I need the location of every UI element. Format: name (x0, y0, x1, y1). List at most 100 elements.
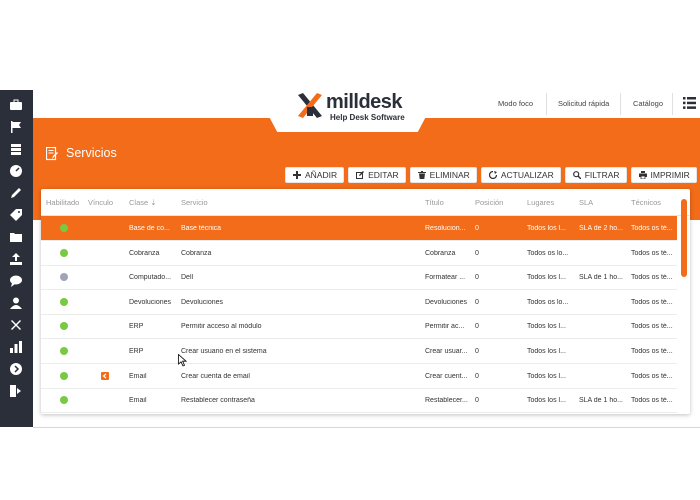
windmill-logo-icon (298, 93, 322, 118)
cell-position: 0 (475, 249, 479, 257)
user-icon[interactable] (9, 296, 23, 310)
nav-separator (620, 93, 621, 115)
sidebar (0, 90, 33, 427)
column-header-title[interactable]: Título (425, 198, 444, 207)
nav-focus-mode[interactable]: Modo foco (498, 99, 533, 108)
cell-position: 0 (475, 298, 479, 306)
page-title: Servicios (66, 146, 117, 160)
cell-sla: SLA de 1 ho... (579, 397, 623, 405)
add-button-label: AÑADIR (305, 170, 338, 180)
column-header-service[interactable]: Servicio (181, 198, 208, 207)
chat-icon[interactable] (9, 274, 23, 288)
delete-button-label: ELIMINAR (429, 170, 470, 180)
table-row[interactable]: Base de co... Base técnica Resolucion... 0 T… (41, 216, 677, 241)
column-header-sla[interactable]: SLA (579, 198, 593, 207)
cell-title: Resolucion... (425, 225, 466, 232)
upload-icon[interactable] (9, 252, 23, 266)
logout-icon[interactable] (9, 384, 23, 398)
briefcase-icon[interactable] (9, 98, 23, 112)
table-row[interactable]: Email Restablecer contraseña Restablecer..… (41, 388, 677, 414)
table-row[interactable]: Email Crear cuenta de email Crear cuent...… (41, 364, 677, 389)
cell-service: Dell (181, 274, 194, 282)
toolbar: AÑADIR EDITAR ELIMINAR ACTUALIZAR FILTRA… (285, 167, 697, 183)
arrow-circle-icon[interactable] (9, 362, 23, 376)
cell-service: Crear usuario en el sistema (181, 348, 267, 355)
pencil-icon[interactable] (9, 186, 23, 200)
table-row[interactable]: Computado... Dell Formatear ... 0 Todos los … (41, 265, 677, 291)
edit-button[interactable]: EDITAR (348, 167, 406, 183)
table-row[interactable]: Cobranza Cobranza Cobranza 0 Todos os lo... T… (41, 241, 677, 266)
enabled-status-dot (60, 322, 68, 331)
cell-title: Devoluciones (425, 298, 468, 306)
cell-locations: Todos los l... (527, 348, 566, 355)
enabled-status-dot (60, 273, 68, 282)
app-window: milldesk Help Desk Software Modo foco So… (0, 90, 700, 430)
table-row[interactable]: ERP Crear usuario en el sistema Crear usua… (41, 339, 677, 364)
cell-technicians: Todos os té... (631, 348, 673, 355)
refresh-button[interactable]: ACTUALIZAR (480, 167, 561, 183)
tools-icon[interactable] (9, 318, 23, 332)
dashboard-icon[interactable] (9, 164, 23, 178)
cell-service: Crear cuenta de email (181, 372, 250, 380)
enabled-status-dot (60, 371, 68, 380)
print-button[interactable]: IMPRIMIR (630, 167, 697, 183)
column-header-technicians[interactable]: Técnicos (631, 198, 661, 207)
cell-title: Cobranza (425, 249, 456, 257)
tag-icon[interactable] (9, 208, 23, 222)
cell-technicians: Todos os té... (631, 225, 673, 232)
layers-icon[interactable] (9, 142, 23, 156)
brand-tagline: Help Desk Software (330, 113, 405, 122)
cell-service: Permitir acceso al módulo (181, 323, 262, 331)
nav-separator (672, 93, 673, 115)
table-row[interactable]: ERP Permitir acceso al módulo Permitir ac.… (41, 314, 677, 340)
cell-class: Devoluciones (129, 298, 172, 306)
cell-position: 0 (475, 348, 479, 355)
nav-quick-request[interactable]: Solicitud rápida (558, 99, 609, 108)
cell-technicians: Todos os té... (631, 397, 673, 405)
window-bottom-edge (33, 427, 700, 428)
refresh-button-label: ACTUALIZAR (500, 170, 554, 180)
table-header: Habilitado Vínculo Clase ⇣ Servicio Títu… (41, 189, 690, 216)
cell-locations: Todos los l... (527, 397, 566, 405)
cell-locations: Todos los l... (527, 274, 566, 282)
bar-chart-icon[interactable] (9, 340, 23, 354)
cell-service: Base técnica (181, 225, 222, 232)
delete-button[interactable]: ELIMINAR (409, 167, 477, 183)
mouse-cursor-icon (178, 354, 187, 367)
add-button[interactable]: AÑADIR (285, 167, 345, 183)
cell-technicians: Todos os té... (631, 274, 673, 282)
cell-technicians: Todos os té... (631, 372, 673, 380)
cell-locations: Todos los l... (527, 372, 566, 380)
cell-technicians: Todos os té... (631, 249, 673, 257)
filter-button[interactable]: FILTRAR (564, 167, 627, 183)
enabled-status-dot (60, 297, 68, 306)
column-header-locations[interactable]: Lugares (527, 198, 554, 207)
scrollbar-thumb[interactable] (681, 199, 687, 277)
cell-title: Formatear ... (425, 274, 466, 282)
document-edit-icon (46, 147, 58, 161)
cell-locations: Todos los l... (527, 323, 566, 331)
refresh-icon (488, 171, 497, 179)
column-header-class[interactable]: Clase ⇣ (129, 198, 157, 207)
nav-catalog[interactable]: Catálogo (633, 99, 663, 108)
enabled-status-dot (60, 224, 68, 232)
cell-sla: SLA de 2 ho... (579, 225, 623, 232)
cell-title: Crear usuar... (425, 348, 468, 355)
plus-icon (293, 171, 301, 179)
cell-class: ERP (129, 348, 144, 355)
folder-icon[interactable] (9, 230, 23, 244)
list-menu-icon[interactable] (683, 97, 696, 109)
linked-service-icon[interactable] (101, 371, 109, 380)
edit-button-label: EDITAR (368, 170, 399, 180)
nav-separator (546, 93, 547, 115)
flag-icon[interactable] (9, 120, 23, 134)
cell-position: 0 (475, 397, 479, 405)
table-row[interactable]: Devoluciones Devoluciones Devoluciones 0 Tod… (41, 290, 677, 315)
column-header-link[interactable]: Vínculo (88, 198, 113, 207)
cell-technicians: Todos os té... (631, 323, 673, 331)
printer-icon (638, 171, 647, 179)
column-header-position[interactable]: Posición (475, 198, 503, 207)
column-header-enabled[interactable]: Habilitado (46, 198, 79, 207)
cell-position: 0 (475, 225, 479, 232)
cell-class: Email (129, 397, 147, 405)
